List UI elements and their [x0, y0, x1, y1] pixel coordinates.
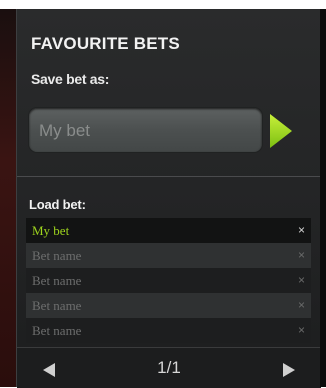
load-bet-label: Load bet:: [29, 197, 86, 212]
bet-name[interactable]: My bet: [26, 223, 69, 239]
bet-row[interactable]: My bet ×: [26, 218, 311, 243]
bet-name-field[interactable]: [29, 108, 262, 152]
right-edge: [320, 9, 326, 387]
bet-name-input[interactable]: [37, 114, 256, 148]
bet-name[interactable]: Bet name: [26, 273, 81, 289]
close-icon[interactable]: ×: [298, 323, 305, 337]
panel-title: FAVOURITE BETS: [31, 34, 180, 53]
bet-row[interactable]: Bet name ×: [26, 243, 311, 268]
play-arrow-icon[interactable]: [270, 114, 292, 148]
close-icon[interactable]: ×: [298, 273, 305, 287]
saved-bets-list: My bet × Bet name × Bet name × Bet name …: [26, 218, 311, 343]
bet-name[interactable]: Bet name: [26, 298, 81, 314]
top-strip: [0, 0, 326, 9]
section-divider: [17, 176, 321, 177]
triangle-right-icon[interactable]: [283, 363, 295, 377]
page-indicator: 1/1: [157, 358, 181, 377]
bet-row[interactable]: Bet name ×: [26, 318, 311, 343]
close-icon[interactable]: ×: [298, 223, 305, 237]
pagination-bar: 1/1: [17, 347, 321, 388]
bet-row[interactable]: Bet name ×: [26, 293, 311, 318]
close-icon[interactable]: ×: [298, 298, 305, 312]
favourite-bets-panel: FAVOURITE BETS Save bet as: Load bet: My…: [16, 9, 321, 388]
bet-name[interactable]: Bet name: [26, 323, 81, 339]
close-icon[interactable]: ×: [298, 248, 305, 262]
bet-row[interactable]: Bet name ×: [26, 268, 311, 293]
save-bet-label: Save bet as:: [31, 71, 110, 87]
bet-name[interactable]: Bet name: [26, 248, 81, 264]
background-edge: [0, 9, 16, 387]
